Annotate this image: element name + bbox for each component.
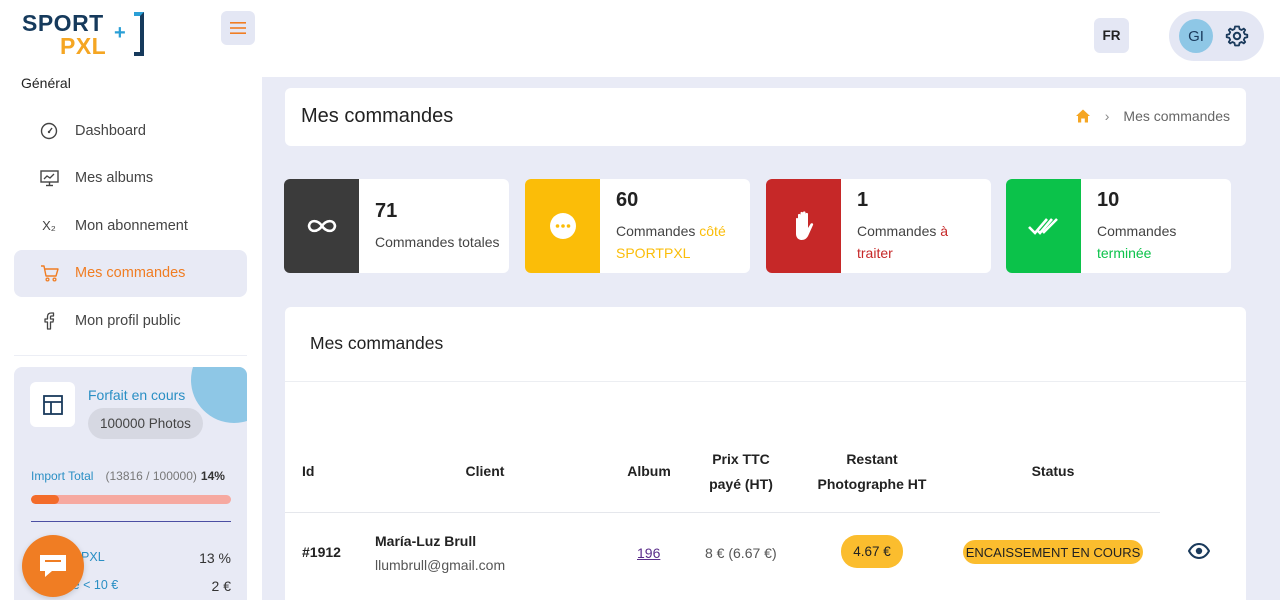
column-header-client[interactable]: Client [425,459,545,484]
stat-label-a: Commandes totales [375,234,500,250]
sidebar: SPORT PXL + Général Dashboard Mes albums… [0,0,262,600]
plan-badge: 100000 Photos [88,408,203,439]
table-header-line [285,512,1160,513]
stat-label-b: terminée [1097,245,1152,261]
status-badge: ENCAISSEMENT EN COURS [963,540,1143,564]
stat-label: Commandes totales [375,231,505,253]
stats-row: 71 Commandes totales 60 Commandes côté S… [284,179,1232,273]
language-selector[interactable]: FR [1094,18,1129,53]
page-header: Mes commandes › Mes commandes [285,88,1246,146]
sidebar-item-label: Mon abonnement [75,217,188,234]
column-header-album[interactable]: Album [619,459,679,484]
stat-label: Commandes à traiter [857,220,987,264]
commission-value: 13 % [199,550,231,566]
avatar[interactable]: GI [1179,19,1213,53]
column-header-rest-line1: Restant [846,451,898,467]
stat-label-a: Commandes [616,223,700,239]
chat-button[interactable] [22,535,84,597]
orders-divider [285,381,1246,382]
sidebar-item-abonnement[interactable]: X₂ Mon abonnement [14,202,247,250]
home-icon[interactable] [1075,108,1091,124]
logo-bracket [134,12,144,56]
sportpxl-logo[interactable]: SPORT PXL + [22,10,152,60]
logo-text-pxl: PXL [60,33,107,59]
hand-icon [795,211,813,240]
import-detail: (13816 / 100000) [105,469,197,483]
stat-value: 60 [616,189,639,211]
stat-value: 1 [857,189,869,211]
column-header-price-line1: Prix TTC [712,451,770,467]
eye-icon[interactable] [1188,543,1210,559]
user-menu[interactable]: GI [1169,11,1264,61]
double-check-icon [1027,218,1058,235]
sidebar-divider [14,355,247,356]
import-label: Import Total [31,469,94,483]
column-header-price-line2: payé (HT) [709,476,773,492]
page-title: Mes commandes [301,105,454,127]
sidebar-item-label: Mon profil public [75,312,181,329]
layout-icon [30,382,75,427]
sidebar-nav: Dashboard Mes albums X₂ Mon abonnement M… [14,107,247,345]
sidebar-item-label: Dashboard [75,122,146,139]
sidebar-item-label: Mes commandes [75,265,186,282]
plan-separator [31,521,231,522]
hamburger-icon [230,22,246,34]
import-total-row: Import Total (13816 / 100000) 14% [31,469,225,483]
order-id: #1912 [302,544,341,560]
dots-icon [549,213,576,239]
import-percent: 14% [200,469,225,483]
stat-card-sportpxl: 60 Commandes côté SPORTPXL [525,179,750,273]
stat-label-a: Commandes [1097,223,1177,239]
sidebar-item-albums[interactable]: Mes albums [14,155,247,203]
import-progress-fill [31,495,59,504]
column-header-status[interactable]: Status [1003,459,1103,484]
chat-icon [40,555,66,577]
stat-label: Commandes côté SPORTPXL [616,220,746,264]
presentation-icon [38,167,60,189]
menu-toggle-button[interactable] [221,11,255,45]
client-email: llumbrull@gmail.com [375,557,506,573]
rest-badge: 4.67 € [841,535,903,568]
album-link[interactable]: 196 [637,545,660,561]
stat-icon-box [766,179,841,273]
stat-icon-box [1006,179,1081,273]
stat-card-a-traiter: 1 Commandes à traiter [766,179,991,273]
gauge-icon [38,120,60,142]
import-progress-bar [31,495,231,504]
stat-icon-box [284,179,359,273]
top-bar: FR GI [262,0,1280,77]
column-header-rest[interactable]: Restant Photographe HT [807,447,937,497]
breadcrumb: › Mes commandes [1075,108,1230,124]
stat-value: 10 [1097,189,1120,211]
gear-icon[interactable] [1225,24,1249,48]
client-name: María-Luz Brull [375,533,477,549]
sidebar-item-profil[interactable]: Mon profil public [14,297,247,345]
stat-card-terminee: 10 Commandes terminée [1006,179,1231,273]
facebook-icon [38,310,60,332]
orders-title: Mes commandes [310,333,444,353]
sidebar-item-dashboard[interactable]: Dashboard [14,107,247,155]
column-header-price[interactable]: Prix TTC payé (HT) [685,447,797,497]
order-price: 8 € (6.67 €) [705,545,777,561]
column-header-id[interactable]: Id [302,459,342,484]
stat-icon-box [525,179,600,273]
breadcrumb-current: Mes commandes [1123,108,1230,124]
sidebar-section-title: Général [21,75,71,91]
column-header-rest-line2: Photographe HT [817,476,927,492]
stat-value: 71 [375,200,398,222]
orders-card: Mes commandes Id Client Album Prix TTC p… [285,307,1246,600]
chevron-right-icon: › [1104,108,1110,124]
fee-value: 2 € [211,578,231,594]
infinity-icon [307,219,336,233]
sidebar-item-commandes[interactable]: Mes commandes [14,249,247,297]
stat-label-a: Commandes [857,223,941,239]
stat-label: Commandes terminée [1097,220,1227,264]
stat-card-total: 71 Commandes totales [284,179,509,273]
sidebar-item-label: Mes albums [75,170,154,187]
plan-title: Forfait en cours [88,387,186,403]
subscript-icon: X₂ [42,218,56,234]
logo-plus: + [114,22,126,44]
cart-icon [38,262,60,284]
